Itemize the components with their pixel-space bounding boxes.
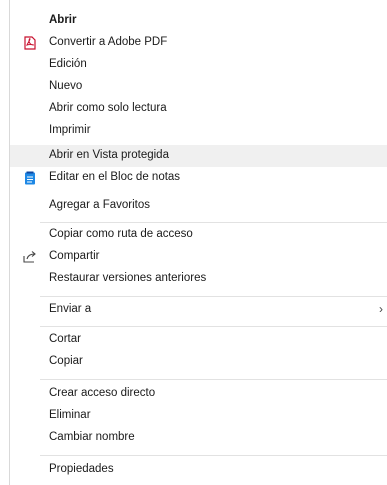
menu-item-label: Nuevo [49,80,83,92]
menu-item-eliminar[interactable]: Eliminar [10,405,387,427]
menu-item-agregar-favoritos[interactable]: Agregar a Favoritos [10,195,387,217]
menu-item-propiedades[interactable]: Propiedades [10,459,387,481]
menu-item-label: Imprimir [49,124,91,136]
menu-item-restaurar-versiones[interactable]: Restaurar versiones anteriores [10,268,387,290]
pdf-icon [23,35,37,51]
menu-item-imprimir[interactable]: Imprimir [10,120,387,142]
menu-item-cambiar-nombre[interactable]: Cambiar nombre [10,427,387,449]
menu-item-vista-protegida[interactable]: Abrir en Vista protegida [10,145,387,167]
menu-item-label: Eliminar [49,409,91,421]
menu-item-label: Crear acceso directo [49,387,156,399]
menu-item-label: Cortar [49,333,81,345]
menu-item-label: Cambiar nombre [49,431,135,443]
notepad-icon [23,170,37,186]
menu-item-bloc-de-notas[interactable]: Editar en el Bloc de notas [10,167,387,189]
menu-item-label: Copiar [49,355,83,367]
menu-separator [40,222,387,223]
menu-item-label: Compartir [49,250,100,262]
menu-item-compartir[interactable]: Compartir [10,246,387,268]
menu-item-enviar-a[interactable]: Enviar a › [10,299,387,321]
menu-item-label: Enviar a [49,303,92,315]
menu-item-edicion[interactable]: Edición [10,54,387,76]
menu-item-abrir[interactable]: Abrir [10,10,387,32]
menu-item-label: Abrir [49,14,77,26]
menu-item-label: Copiar como ruta de acceso [49,228,193,240]
menu-separator [40,296,387,297]
menu-item-copiar[interactable]: Copiar [10,351,387,373]
menu-item-convertir-pdf[interactable]: Convertir a Adobe PDF [10,32,387,54]
context-menu: Abrir Convertir a Adobe PDF Edición Nuev… [0,0,387,485]
menu-item-abrir-solo-lectura[interactable]: Abrir como solo lectura [10,98,387,120]
menu-separator [40,379,387,380]
chevron-right-icon: › [379,302,383,316]
menu-item-label: Abrir en Vista protegida [49,149,169,161]
menu-item-label: Restaurar versiones anteriores [49,272,207,284]
menu-item-label: Editar en el Bloc de notas [49,171,181,183]
menu-item-label: Abrir como solo lectura [49,102,167,114]
menu-item-cortar[interactable]: Cortar [10,329,387,351]
menu-item-label: Edición [49,58,87,70]
menu-item-copiar-ruta[interactable]: Copiar como ruta de acceso [10,224,387,246]
menu-item-nuevo[interactable]: Nuevo [10,76,387,98]
menu-item-label: Propiedades [49,463,114,475]
share-icon [23,249,37,265]
menu-separator [40,455,387,456]
menu-item-label: Convertir a Adobe PDF [49,36,168,48]
menu-item-crear-acceso-directo[interactable]: Crear acceso directo [10,383,387,405]
menu-separator [40,326,387,327]
menu-item-label: Agregar a Favoritos [49,199,150,211]
